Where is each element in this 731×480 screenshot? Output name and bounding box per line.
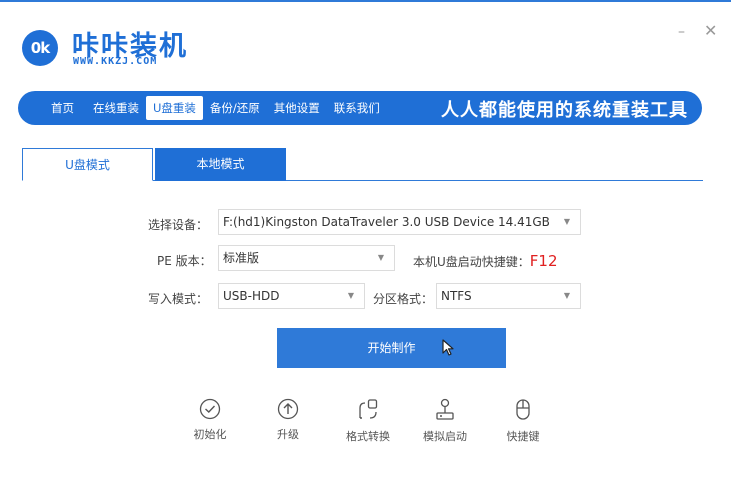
nav-item-backup-restore[interactable]: 备份/还原 — [203, 96, 267, 120]
device-value: F:(hd1)Kingston DataTraveler 3.0 USB Dev… — [223, 215, 550, 229]
pe-version-select[interactable]: 标准版 ▼ — [218, 245, 395, 271]
mouse-icon — [516, 399, 530, 420]
start-make-button[interactable]: 开始制作 — [277, 328, 506, 368]
nav-item-usb-reinstall[interactable]: U盘重装 — [146, 96, 203, 120]
app-url: WWW.KKZJ.COM — [73, 56, 158, 67]
pe-version-value: 标准版 — [223, 251, 260, 265]
app-logo: 0k — [22, 30, 58, 66]
chevron-down-icon: ▼ — [347, 291, 354, 300]
tool-format-convert[interactable]: 格式转换 — [338, 398, 398, 444]
slogan: 人人都能使用的系统重装工具 — [441, 100, 688, 121]
tool-simulate-boot[interactable]: 模拟启动 — [415, 398, 475, 444]
device-select[interactable]: F:(hd1)Kingston DataTraveler 3.0 USB Dev… — [218, 209, 581, 235]
window-top-border — [0, 0, 731, 2]
pe-version-label: PE 版本： — [157, 254, 212, 268]
minimize-button[interactable]: – — [678, 24, 685, 40]
device-label: 选择设备： — [148, 218, 209, 232]
nav-item-other-settings[interactable]: 其他设置 — [267, 96, 327, 120]
convert-icon — [359, 399, 378, 419]
main-nav: 首页 在线重装 U盘重装 备份/还原 其他设置 联系我们 人人都能使用的系统重装… — [18, 91, 702, 125]
arrow-up-circle-icon — [277, 398, 299, 420]
tool-hotkey[interactable]: 快捷键 — [493, 398, 553, 444]
tool-initialize[interactable]: 初始化 — [180, 398, 240, 442]
boot-hotkey-info: 本机U盘启动快捷键：F12 — [413, 252, 558, 270]
close-button[interactable]: ✕ — [704, 21, 717, 40]
tool-label: 升级 — [277, 428, 299, 441]
write-mode-value: USB-HDD — [223, 289, 280, 303]
logo-text: 0k — [30, 39, 50, 57]
mouse-cursor-icon — [442, 339, 454, 356]
tool-label: 模拟启动 — [423, 430, 467, 443]
partition-format-label: 分区格式： — [373, 292, 434, 306]
boot-hotkey-label: 本机U盘启动快捷键： — [413, 255, 530, 269]
tool-upgrade[interactable]: 升级 — [258, 398, 318, 442]
nav-item-home[interactable]: 首页 — [44, 96, 81, 120]
chevron-down-icon: ▼ — [563, 217, 570, 226]
joystick-icon — [436, 398, 454, 420]
mode-tabs: U盘模式 本地模式 — [22, 148, 703, 181]
partition-format-select[interactable]: NTFS ▼ — [436, 283, 581, 309]
tab-usb-mode[interactable]: U盘模式 — [22, 148, 153, 181]
partition-format-value: NTFS — [441, 289, 472, 303]
tool-label: 初始化 — [193, 428, 227, 441]
tab-local-mode[interactable]: 本地模式 — [155, 148, 286, 181]
tool-label: 格式转换 — [346, 430, 390, 443]
write-mode-select[interactable]: USB-HDD ▼ — [218, 283, 365, 309]
chevron-down-icon: ▼ — [563, 291, 570, 300]
nav-item-contact[interactable]: 联系我们 — [327, 96, 387, 120]
check-circle-icon — [199, 398, 221, 420]
write-mode-label: 写入模式： — [148, 292, 209, 306]
boot-hotkey-value: F12 — [529, 252, 558, 270]
chevron-down-icon: ▼ — [377, 253, 384, 262]
nav-item-online-reinstall[interactable]: 在线重装 — [86, 96, 146, 120]
tool-label: 快捷键 — [506, 430, 540, 443]
